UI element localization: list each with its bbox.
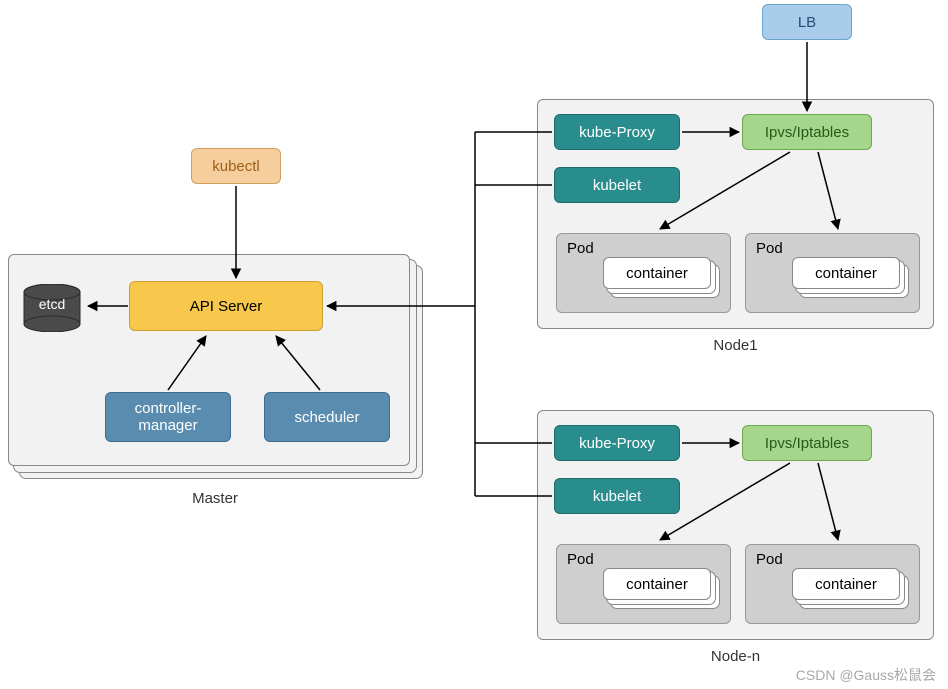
node1-kubelet-box: kubelet: [554, 167, 680, 203]
lb-box: LB: [762, 4, 852, 40]
noden-pod1-container-box: container: [603, 568, 711, 600]
etcd-label: etcd: [22, 296, 82, 312]
node1-pod1-container-box: container: [603, 257, 711, 289]
node1-label: Node1: [537, 337, 934, 354]
noden-pod2-container-box: container: [792, 568, 900, 600]
noden-pod2-label: Pod: [756, 551, 783, 568]
noden-kube-proxy-box: kube-Proxy: [554, 425, 680, 461]
scheduler-box: scheduler: [264, 392, 390, 442]
node1-ipvs-box: Ipvs/Iptables: [742, 114, 872, 150]
node1-pod2-label: Pod: [756, 240, 783, 257]
watermark-text: CSDN @Gauss松鼠会: [796, 665, 936, 685]
noden-kubelet-box: kubelet: [554, 478, 680, 514]
controller-manager-box: controller- manager: [105, 392, 231, 442]
noden-label: Node-n: [537, 648, 934, 665]
api-server-box: API Server: [129, 281, 323, 331]
node1-pod1-label: Pod: [567, 240, 594, 257]
kubectl-box: kubectl: [191, 148, 281, 184]
master-label: Master: [8, 490, 422, 507]
noden-ipvs-box: Ipvs/Iptables: [742, 425, 872, 461]
node1-pod2-container-box: container: [792, 257, 900, 289]
noden-pod1-label: Pod: [567, 551, 594, 568]
node1-kube-proxy-box: kube-Proxy: [554, 114, 680, 150]
